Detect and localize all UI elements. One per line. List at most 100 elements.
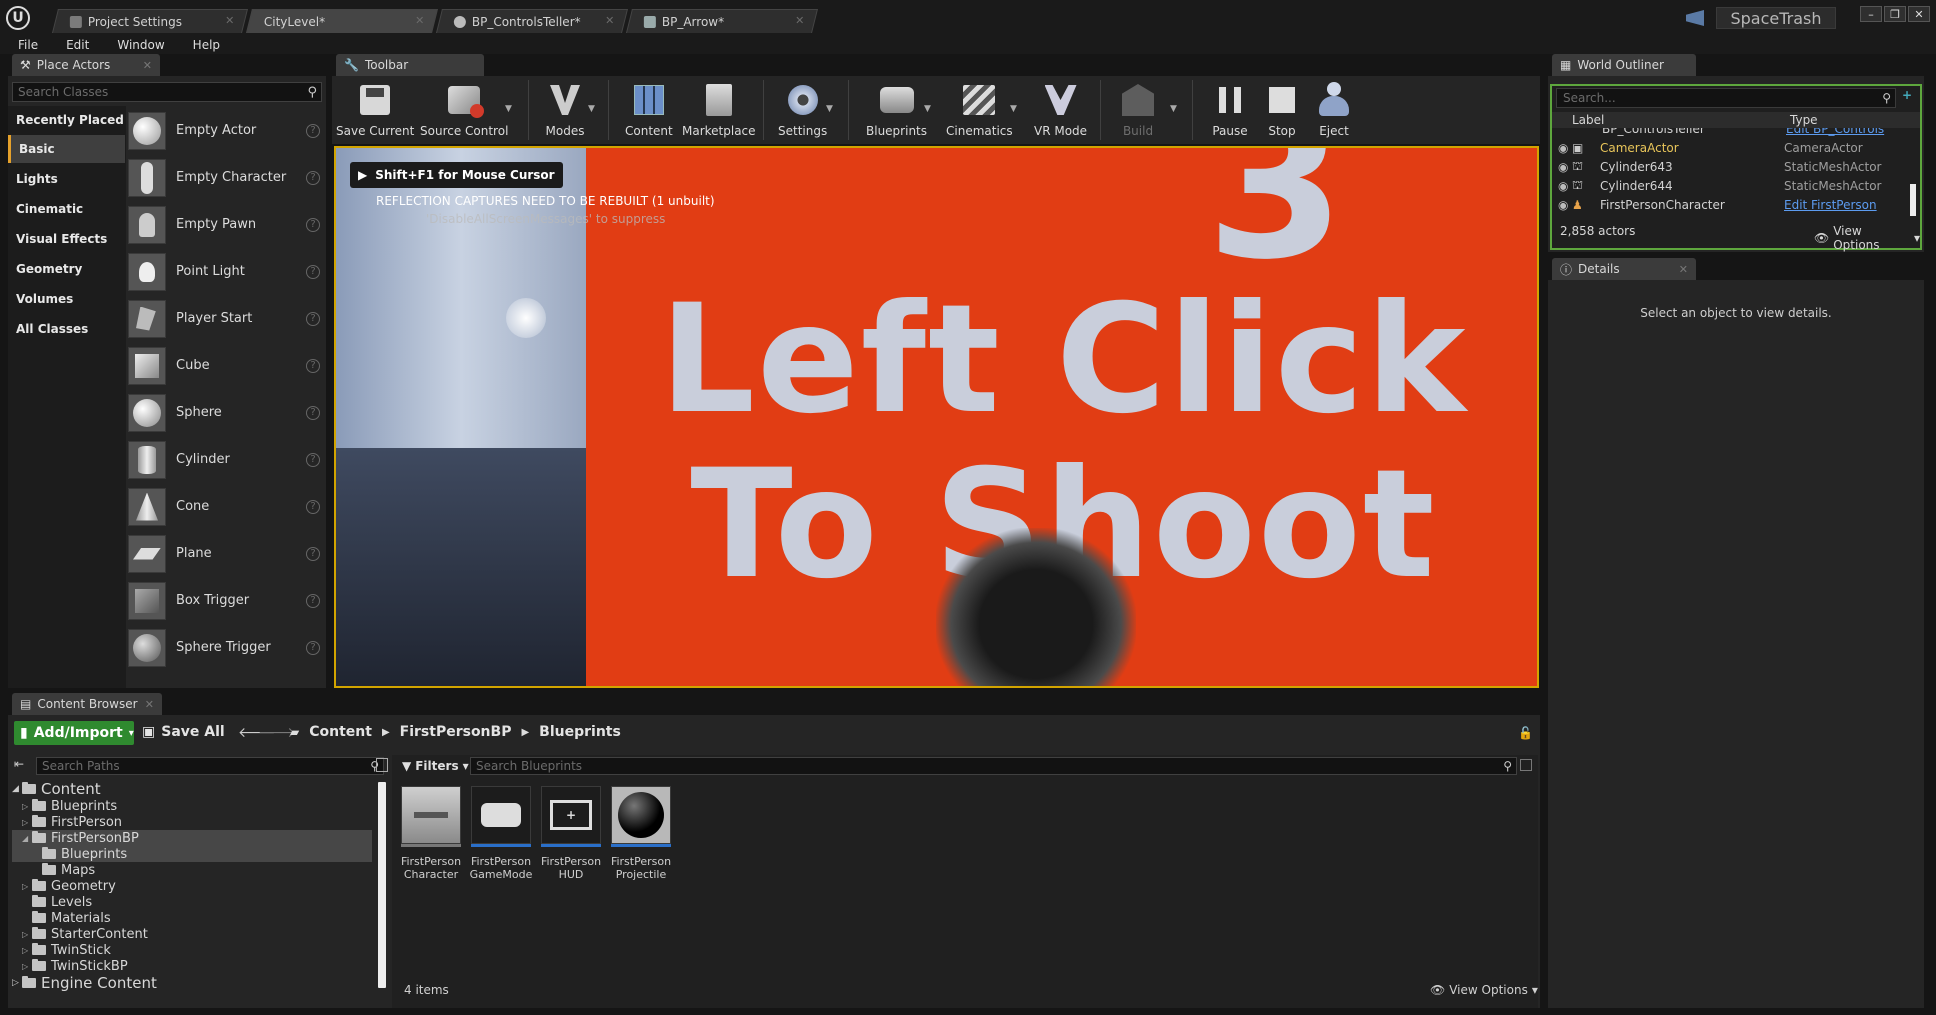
settings-dropdown-icon[interactable]: ▼ — [826, 104, 833, 114]
asset-view-options-button[interactable]: 👁 View Options ▾ — [1430, 983, 1538, 997]
table-row[interactable]: ◉ ▣ CameraActor CameraActor — [1552, 138, 1908, 157]
category-visual-effects[interactable]: Visual Effects — [8, 225, 125, 253]
tree-folder-levels[interactable]: Levels — [12, 894, 372, 910]
actor-cone[interactable]: Cone? — [128, 483, 326, 530]
tree-folder-startercontent[interactable]: ▷ StarterContent — [12, 926, 372, 942]
actor-sphere[interactable]: Sphere? — [128, 389, 326, 436]
outliner-scrollbar[interactable] — [1910, 184, 1916, 216]
modes-button[interactable]: Modes — [545, 76, 585, 138]
add-import-button[interactable]: ▮ Add/Import ▾ — [14, 721, 134, 745]
help-icon[interactable]: ? — [306, 593, 320, 608]
table-row[interactable]: ◉ ⛫ Cylinder643 StaticMeshActor — [1552, 157, 1908, 176]
search-assets-input[interactable]: Search Blueprints ⚲ — [470, 757, 1517, 775]
help-icon[interactable]: ? — [306, 452, 320, 467]
asset-firstperson-gamemode[interactable]: FirstPerson GameMode — [470, 786, 532, 881]
tree-folder-twinstick[interactable]: ▷ TwinStick — [12, 942, 372, 958]
tab-citylevel[interactable]: CityLevel* ✕ — [246, 9, 438, 33]
modes-dropdown-icon[interactable]: ▼ — [588, 104, 595, 114]
close-icon[interactable]: ✕ — [1679, 263, 1688, 276]
tree-folder-blueprints[interactable]: ▷ Blueprints — [12, 798, 372, 814]
close-icon[interactable]: ✕ — [143, 59, 152, 72]
help-icon[interactable]: ? — [306, 405, 320, 420]
column-type[interactable]: Type — [1790, 113, 1818, 127]
help-icon[interactable]: ? — [306, 311, 320, 326]
search-classes-input[interactable]: Search Classes ⚲ — [12, 82, 322, 102]
category-volumes[interactable]: Volumes — [8, 285, 125, 313]
expand-icon[interactable]: ◢ — [22, 834, 32, 843]
help-icon[interactable]: ? — [306, 358, 320, 373]
help-icon[interactable]: ? — [306, 170, 320, 185]
category-lights[interactable]: Lights — [8, 165, 125, 193]
vr-mode-button[interactable]: VR Mode — [1034, 76, 1087, 138]
settings-button[interactable]: Settings — [778, 76, 827, 138]
menu-window[interactable]: Window — [117, 38, 164, 52]
tab-content-browser[interactable]: ▤ Content Browser ✕ — [12, 693, 162, 715]
table-row[interactable]: ◉ ♟ FirstPersonCharacter Edit FirstPerson — [1552, 195, 1908, 214]
search-paths-input[interactable]: Search Paths ⚲ — [36, 757, 384, 775]
actor-cube[interactable]: Cube? — [128, 342, 326, 389]
actor-empty-actor[interactable]: Empty Actor? — [128, 107, 326, 154]
sources-toggle-icon[interactable]: ⇤ — [14, 757, 24, 771]
asset-firstperson-character[interactable]: FirstPerson Character — [400, 786, 462, 881]
help-icon[interactable]: ? — [306, 264, 320, 279]
tree-folder-geometry[interactable]: ▷ Geometry — [12, 878, 372, 894]
expand-icon[interactable]: ▷ — [22, 930, 32, 939]
tree-folder-content[interactable]: ◢ Content — [12, 780, 372, 798]
close-icon[interactable]: ✕ — [145, 698, 154, 711]
save-current-button[interactable]: Save Current — [336, 76, 414, 138]
expand-icon[interactable]: ▷ — [12, 978, 22, 988]
pause-button[interactable]: Pause — [1210, 76, 1250, 138]
source-control-dropdown-icon[interactable]: ▼ — [505, 104, 512, 114]
tab-world-outliner[interactable]: ▦ World Outliner — [1552, 54, 1696, 76]
actor-empty-character[interactable]: Empty Character? — [128, 154, 326, 201]
menu-help[interactable]: Help — [193, 38, 220, 52]
tree-folder-twinstickbp[interactable]: ▷ TwinStickBP — [12, 958, 372, 974]
close-icon[interactable]: ✕ — [605, 14, 614, 27]
help-icon[interactable]: ? — [306, 217, 320, 232]
eye-icon[interactable]: ◉ — [1552, 179, 1572, 193]
actor-point-light[interactable]: Point Light? — [128, 248, 326, 295]
actor-cylinder[interactable]: Cylinder? — [128, 436, 326, 483]
build-button[interactable]: Build — [1118, 76, 1158, 138]
tab-bp-controlsteller[interactable]: BP_ControlsTeller* ✕ — [436, 9, 628, 33]
actor-empty-pawn[interactable]: Empty Pawn? — [128, 201, 326, 248]
close-button[interactable]: ✕ — [1908, 6, 1930, 22]
stop-button[interactable]: Stop — [1262, 76, 1302, 138]
tree-folder-blueprints[interactable]: Blueprints — [12, 846, 372, 862]
column-label[interactable]: Label — [1552, 113, 1790, 127]
breadcrumb-blueprints[interactable]: Blueprints — [539, 724, 621, 740]
actor-sphere-trigger[interactable]: Sphere Trigger? — [128, 624, 326, 671]
asset-firstperson-hud[interactable]: + FirstPerson HUD — [540, 786, 602, 881]
actor-box-trigger[interactable]: Box Trigger? — [128, 577, 326, 624]
asset-firstperson-projectile[interactable]: FirstPerson Projectile — [610, 786, 672, 881]
help-icon[interactable]: ? — [306, 123, 320, 138]
level-viewport[interactable]: 3 Left Click To Shoot ▶ Shift+F1 for Mou… — [334, 146, 1539, 688]
row-type[interactable]: Edit BP_Controls — [1786, 128, 1884, 136]
lock-icon[interactable]: 🔓 — [1518, 726, 1533, 740]
marketplace-button[interactable]: Marketplace — [682, 76, 756, 138]
filters-button[interactable]: ▼ Filters ▾ — [402, 759, 469, 773]
close-icon[interactable]: ✕ — [225, 14, 234, 27]
eye-icon[interactable]: ◉ — [1552, 198, 1572, 212]
source-control-button[interactable]: Source Control — [420, 76, 508, 138]
expand-icon[interactable]: ▷ — [22, 946, 32, 955]
eject-button[interactable]: Eject — [1314, 76, 1354, 138]
menu-file[interactable]: File — [18, 38, 38, 52]
category-all-classes[interactable]: All Classes — [8, 315, 125, 343]
menu-edit[interactable]: Edit — [66, 38, 89, 52]
blueprints-button[interactable]: Blueprints — [866, 76, 927, 138]
tab-place-actors[interactable]: ⚒ Place Actors ✕ — [12, 54, 160, 76]
row-type[interactable]: Edit FirstPerson — [1784, 198, 1877, 212]
category-basic[interactable]: Basic — [8, 135, 125, 163]
chevron-right-icon[interactable]: ▶ — [521, 727, 529, 738]
expand-icon[interactable]: ◢ — [12, 784, 22, 794]
restore-button[interactable]: ❐ — [1884, 6, 1906, 22]
tree-folder-engine-content[interactable]: ▷ Engine Content — [12, 974, 372, 992]
table-row[interactable]: ◉ ⛫ Cylinder644 StaticMeshActor — [1552, 176, 1908, 195]
actor-player-start[interactable]: Player Start? — [128, 295, 326, 342]
tab-bp-arrow[interactable]: BP_Arrow* ✕ — [626, 9, 818, 33]
breadcrumb-content[interactable]: Content — [309, 724, 372, 740]
build-dropdown-icon[interactable]: ▼ — [1170, 104, 1177, 114]
table-row[interactable]: BP_ControlsTeller Edit BP_Controls — [1552, 128, 1908, 138]
tree-folder-maps[interactable]: Maps — [12, 862, 372, 878]
